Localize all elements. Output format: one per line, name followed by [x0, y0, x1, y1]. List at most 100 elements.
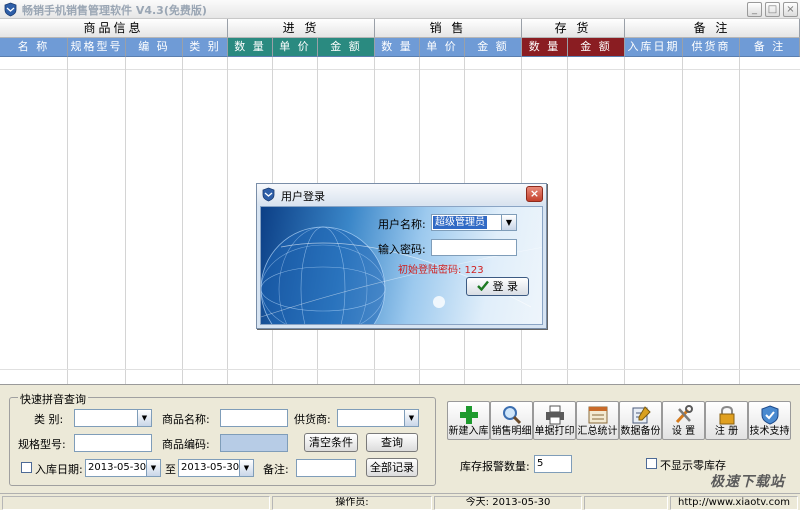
grid-col-divider — [567, 57, 568, 384]
model-label: 规格型号: — [18, 438, 66, 451]
new-stock-in-button[interactable]: 新建入库 — [447, 401, 490, 440]
settings-label: 设 置 — [671, 426, 696, 437]
sales-detail-button[interactable]: 销售明细 — [490, 401, 533, 440]
login-dialog-body: 用户名称: 超级管理员 ▼ 输入密码: 初始登陆密码: 123 登 录 — [260, 206, 543, 325]
col-sales-price[interactable]: 单 价 — [420, 38, 465, 57]
register-label: 注 册 — [714, 426, 739, 437]
chevron-down-icon[interactable]: ▼ — [146, 460, 160, 476]
col-model[interactable]: 规格型号 — [68, 38, 126, 57]
hide-zero-stock-checkbox[interactable] — [646, 458, 657, 469]
title-bar: 畅销手机销售管理软件 V4.3(免费版) _ □ × — [0, 0, 800, 19]
supplier-label: 供货商: — [294, 413, 331, 426]
data-backup-button[interactable]: 数据备份 — [619, 401, 662, 440]
login-dialog: 用户登录 × 用户名称: 超级管理员 ▼ 输入密码: 初始登陆密码: 123 登… — [256, 183, 547, 329]
login-dialog-titlebar[interactable]: 用户登录 × — [257, 184, 546, 205]
tech-support-button[interactable]: 技术支持 — [748, 401, 791, 440]
username-value: 超级管理员 — [433, 216, 487, 229]
login-close-button[interactable]: × — [526, 186, 543, 202]
col-sales-qty[interactable]: 数 量 — [375, 38, 420, 57]
search-button[interactable]: 查询 — [366, 433, 418, 452]
grid-row-divider — [0, 369, 800, 370]
tech-support-label: 技术支持 — [749, 426, 790, 437]
stock-in-date-label: 入库日期: — [35, 463, 83, 476]
col-name[interactable]: 名 称 — [0, 38, 68, 57]
login-button[interactable]: 登 录 — [466, 277, 529, 296]
chevron-down-icon[interactable]: ▼ — [501, 215, 516, 230]
chevron-down-icon[interactable]: ▼ — [137, 410, 151, 426]
col-supplier[interactable]: 供货商 — [683, 38, 740, 57]
print-receipt-button[interactable]: 单据打印 — [533, 401, 576, 440]
chevron-down-icon[interactable]: ▼ — [239, 460, 253, 476]
quick-search-legend: 快速拼音查询 — [18, 391, 88, 407]
product-name-input[interactable] — [220, 409, 288, 427]
status-operator: 操作员: — [272, 496, 432, 510]
checkmark-icon — [477, 280, 489, 292]
watermark-logo: 极速下载站 — [710, 474, 785, 490]
settings-button[interactable]: 设 置 — [662, 401, 705, 440]
category-select[interactable]: ▼ — [74, 409, 152, 427]
col-stock-amount[interactable]: 金 额 — [568, 38, 625, 57]
col-purchase-amount[interactable]: 金 额 — [318, 38, 375, 57]
new-stock-in-label: 新建入库 — [448, 426, 489, 437]
all-records-button[interactable]: 全部记录 — [366, 458, 418, 477]
grid-col-divider — [125, 57, 126, 384]
col-purchase-qty[interactable]: 数 量 — [228, 38, 273, 57]
grid-col-divider — [67, 57, 68, 384]
login-button-label: 登 录 — [492, 280, 519, 293]
status-url: http://www.xiaotv.com — [670, 496, 798, 510]
date-separator: 至 — [165, 463, 176, 476]
col-stock-qty[interactable]: 数 量 — [522, 38, 568, 57]
grid-column-header: 名 称 规格型号 编 码 类 别 数 量 单 价 金 额 数 量 单 价 金 额… — [0, 38, 800, 57]
status-today: 今天: 2013-05-30 — [434, 496, 582, 510]
grid-col-divider — [624, 57, 625, 384]
group-remarks: 备 注 — [625, 19, 800, 38]
product-code-label: 商品编码: — [162, 438, 210, 451]
category-label: 类 别: — [34, 413, 64, 426]
summary-stats-label: 汇总统计 — [577, 426, 618, 437]
maximize-button[interactable]: □ — [765, 2, 780, 17]
grid-col-divider — [739, 57, 740, 384]
col-stock-in-date[interactable]: 入库日期 — [625, 38, 683, 57]
supplier-select[interactable]: ▼ — [337, 409, 419, 427]
status-segment-empty — [2, 496, 270, 510]
grid-group-header: 商品信息 进 货 销 售 存 货 备 注 — [0, 19, 800, 38]
window-title: 畅销手机销售管理软件 V4.3(免费版) — [22, 4, 207, 17]
minimize-button[interactable]: _ — [747, 2, 762, 17]
date-from-picker[interactable]: 2013-05-30 ▼ — [85, 459, 161, 477]
summary-stats-button[interactable]: 汇总统计 — [576, 401, 619, 440]
remark-input[interactable] — [296, 459, 356, 477]
grid-row-divider — [0, 69, 800, 70]
register-button[interactable]: 注 册 — [705, 401, 748, 440]
username-label: 用户名称: — [378, 218, 426, 231]
col-category[interactable]: 类 别 — [183, 38, 228, 57]
login-dialog-title: 用户登录 — [281, 190, 325, 203]
app-logo-icon — [262, 187, 275, 202]
close-window-button[interactable]: × — [783, 2, 798, 17]
product-code-input[interactable] — [220, 434, 288, 452]
product-name-label: 商品名称: — [162, 413, 210, 426]
date-filter-checkbox[interactable] — [21, 462, 32, 473]
col-sales-amount[interactable]: 金 额 — [465, 38, 522, 57]
group-purchase: 进 货 — [228, 19, 375, 38]
clear-conditions-button[interactable]: 清空条件 — [304, 433, 358, 452]
col-code[interactable]: 编 码 — [126, 38, 183, 57]
col-remark[interactable]: 备 注 — [740, 38, 800, 57]
date-to-value: 2013-05-30 — [181, 462, 240, 473]
grid-col-divider — [227, 57, 228, 384]
col-purchase-price[interactable]: 单 价 — [273, 38, 318, 57]
stock-alert-label: 库存报警数量: — [460, 460, 530, 473]
model-input[interactable] — [74, 434, 152, 452]
initial-password-hint: 初始登陆密码: 123 — [398, 265, 484, 276]
remark-label: 备注: — [263, 463, 289, 476]
sales-detail-label: 销售明细 — [491, 426, 532, 437]
password-input[interactable] — [431, 239, 517, 256]
group-product-info: 商品信息 — [0, 19, 228, 38]
status-segment-empty — [584, 496, 668, 510]
status-bar: 操作员: 今天: 2013-05-30 http://www.xiaotv.co… — [0, 493, 800, 510]
data-backup-label: 数据备份 — [620, 426, 661, 437]
chevron-down-icon[interactable]: ▼ — [404, 410, 418, 426]
username-select[interactable]: 超级管理员 ▼ — [431, 214, 517, 231]
date-to-picker[interactable]: 2013-05-30 ▼ — [178, 459, 254, 477]
group-sales: 销 售 — [375, 19, 522, 38]
stock-alert-input[interactable]: 5 — [534, 455, 572, 473]
